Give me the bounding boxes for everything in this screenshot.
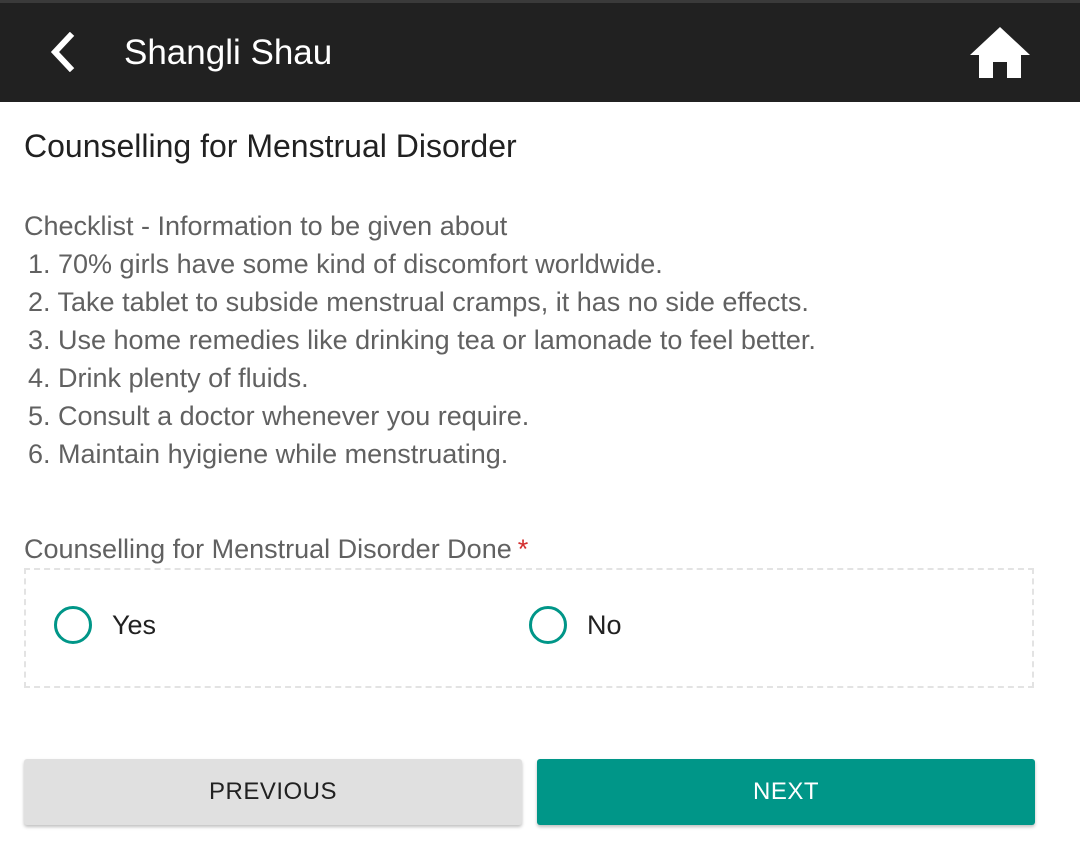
radio-option-yes[interactable]: Yes (54, 604, 156, 646)
checklist-item: 5. Consult a doctor whenever you require… (28, 401, 530, 431)
radio-label-yes: Yes (112, 609, 157, 640)
checklist-item: 3. Use home remedies like drinking tea o… (28, 325, 816, 355)
checklist-list: 1. 70% girls have some kind of discomfor… (24, 245, 1054, 473)
status-edge (0, 0, 1080, 3)
home-button[interactable] (968, 24, 1032, 80)
home-icon (970, 27, 1030, 78)
checklist-intro: Checklist - Information to be given abou… (24, 211, 508, 241)
app-toolbar: Shangli Shau (0, 0, 1080, 102)
radio-circle-icon[interactable] (529, 606, 567, 644)
radio-label-no: No (587, 609, 622, 640)
question-text: Counselling for Menstrual Disorder Done (24, 534, 512, 564)
radio-circle-icon[interactable] (54, 606, 92, 644)
radio-option-no[interactable]: No (529, 604, 622, 646)
page-title: Shangli Shau (124, 33, 333, 72)
question-label: Counselling for Menstrual Disorder Done * (24, 530, 528, 568)
checklist-item: 6. Maintain hyigiene while menstruating. (28, 439, 509, 469)
checklist-item: 4. Drink plenty of fluids. (28, 363, 309, 393)
required-asterisk: * (517, 534, 529, 564)
checklist-item: 1. 70% girls have some kind of discomfor… (28, 249, 663, 279)
back-button[interactable] (42, 30, 82, 74)
chevron-left-icon (50, 32, 75, 72)
section-heading: Counselling for Menstrual Disorder (24, 128, 517, 164)
previous-button[interactable]: PREVIOUS (24, 759, 522, 825)
checklist: Checklist - Information to be given abou… (24, 207, 1054, 473)
radio-group: Yes No (24, 568, 1034, 688)
next-button[interactable]: NEXT (537, 759, 1035, 825)
checklist-item: 2. Take tablet to subside menstrual cram… (28, 287, 809, 317)
